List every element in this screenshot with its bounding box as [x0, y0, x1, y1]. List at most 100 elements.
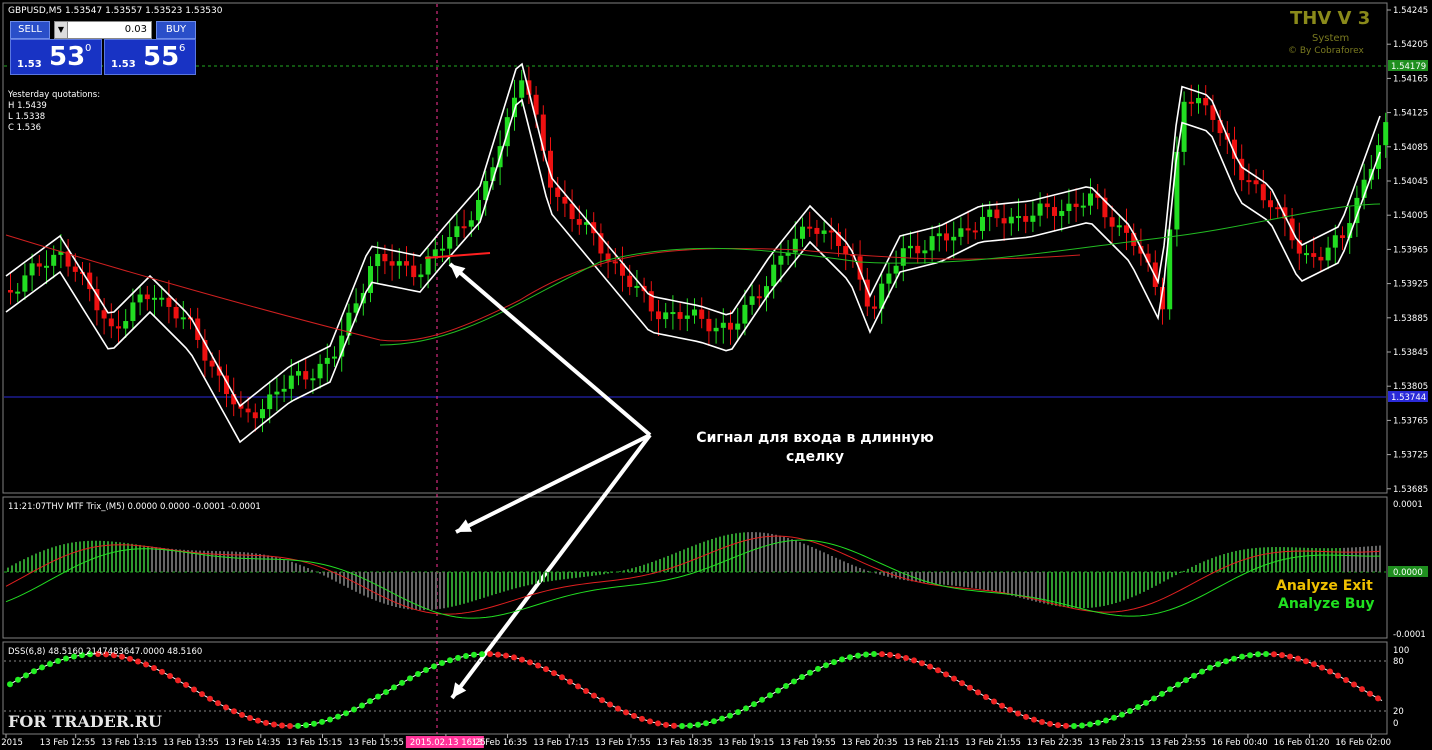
dss-dot	[551, 670, 557, 677]
candle-body	[396, 261, 402, 266]
yesterday-title: Yesterday quotations:	[8, 90, 101, 100]
dss-dot	[55, 658, 61, 665]
dss-dot	[351, 706, 357, 713]
dss-dot	[1303, 658, 1309, 665]
candle-body	[1181, 101, 1187, 152]
dss-dot	[711, 718, 717, 725]
candle-body	[908, 245, 913, 249]
dss-dot	[951, 675, 957, 682]
candle-body	[159, 297, 165, 300]
trade-panel-top-row: SELL ▼ 0.03 BUY	[10, 21, 196, 39]
dss-dot	[1159, 690, 1165, 697]
lot-dropdown-icon[interactable]: ▼	[55, 22, 68, 38]
system-subtitle: System	[1312, 33, 1350, 44]
annotation-line-1: Сигнал для входа в длинную	[696, 430, 934, 446]
candle-body	[123, 321, 129, 329]
candle-body	[807, 226, 813, 229]
trading-terminal-window: 1.54245 1.54205 1.54165 1.54125 1.54085 1.540…	[0, 0, 1432, 750]
one-click-trade-panel[interactable]: SELL ▼ 0.03 BUY 1.53 53 0 1.53 55 6	[6, 19, 196, 75]
dss-dot	[759, 696, 765, 703]
dss-dot	[983, 693, 989, 700]
candle-body	[375, 253, 381, 267]
candle-body	[756, 296, 762, 299]
buy-price-box[interactable]: 1.53 55 6	[104, 39, 196, 75]
price-axis-label: 1.54085	[1393, 143, 1428, 153]
candle-body	[944, 233, 949, 241]
dss-dot	[383, 689, 389, 696]
dss-dot	[263, 719, 269, 726]
candle-body	[36, 263, 42, 267]
candle-body	[800, 226, 805, 239]
buy-button[interactable]: BUY	[156, 21, 196, 39]
dss-dot	[935, 667, 941, 674]
dss-dot	[943, 671, 949, 678]
candle-body	[1088, 193, 1093, 206]
candle-body	[1188, 101, 1194, 104]
lot-size-field[interactable]: ▼ 0.03	[54, 21, 152, 39]
candle-body	[692, 309, 697, 316]
dss-axis-label: 100	[1393, 646, 1409, 656]
arrow-to-dss	[450, 433, 652, 700]
price-axis-label: 1.54125	[1393, 109, 1428, 119]
candle-body	[152, 297, 157, 300]
dss-dot	[399, 679, 405, 686]
dss-dot	[1119, 711, 1125, 718]
yesterday-low: L 1.5338	[8, 112, 46, 122]
dss-dot	[519, 656, 525, 663]
candle-body	[555, 187, 561, 197]
dss-dot	[719, 715, 725, 722]
time-axis-label: 13 Feb 17:15	[533, 738, 589, 748]
level-price-tag-text: 1.54179	[1391, 62, 1426, 72]
sell-button[interactable]: SELL	[10, 21, 50, 39]
candle-body	[130, 302, 136, 322]
candle-body	[1116, 225, 1122, 228]
price-chart[interactable]: 1.54245 1.54205 1.54165 1.54125 1.54085 1.540…	[0, 0, 1432, 750]
price-axis-label: 1.53845	[1393, 348, 1428, 358]
time-axis-label: 13 Feb 23:15	[1089, 738, 1145, 748]
candle-body	[1239, 158, 1245, 181]
dss-dot	[1183, 677, 1189, 684]
time-axis-label: 13 Feb 17:55	[595, 738, 651, 748]
candle-body	[22, 275, 28, 292]
dss-dot	[655, 720, 661, 727]
price-axis-label: 1.54245	[1393, 6, 1428, 16]
candle-body	[634, 285, 640, 288]
candle-body	[1253, 180, 1259, 185]
dss-line	[7, 653, 1383, 727]
dss-dot	[631, 712, 637, 719]
dss-dot	[1263, 651, 1269, 657]
dss-dot	[1175, 681, 1181, 688]
dss-dot	[1327, 668, 1333, 675]
time-axis-label: 16 Feb 00:40	[1212, 738, 1268, 748]
upper-envelope-line	[5, 62, 1381, 408]
sell-price-fraction: 0	[85, 43, 92, 54]
dss-dot	[319, 718, 325, 725]
trix-axis-label: 0.0001	[1393, 500, 1423, 510]
candle-body	[324, 357, 330, 364]
time-axis-label: 13 Feb 16:35	[472, 738, 528, 748]
sell-price-box[interactable]: 1.53 53 0	[10, 39, 102, 75]
candle-body	[663, 312, 669, 320]
dss-dot	[647, 718, 653, 725]
lot-size-value[interactable]: 0.03	[125, 22, 147, 38]
candle-body	[814, 227, 820, 234]
candle-body	[713, 327, 719, 332]
candle-body	[994, 209, 1000, 219]
yesterday-quotations: Yesterday quotations: H 1.5439 L 1.5338 …	[8, 90, 100, 134]
dss-dot	[879, 651, 885, 658]
dss-dot	[1095, 719, 1101, 726]
candle-body	[670, 312, 676, 315]
candle-body	[1037, 203, 1043, 216]
candle-body	[116, 326, 121, 329]
candle-body	[303, 371, 309, 380]
candle-body	[8, 290, 13, 293]
candle-body	[1008, 216, 1014, 224]
candle-body	[958, 228, 964, 237]
price-axis-label: 1.54165	[1393, 74, 1428, 84]
candle-body	[1383, 122, 1389, 146]
candle-body	[209, 360, 215, 367]
price-axis-label: 1.53965	[1393, 245, 1428, 255]
yesterday-close: C 1.536	[8, 123, 41, 133]
dss-dot	[991, 698, 997, 705]
candle-body	[951, 236, 957, 241]
